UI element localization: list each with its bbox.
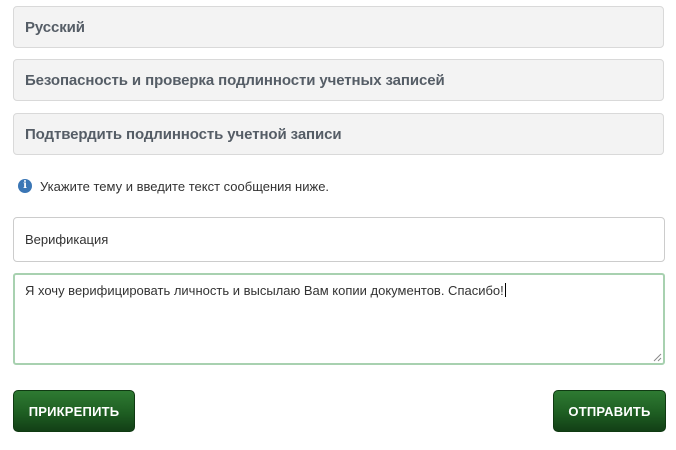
support-form: Русский Безопасность и проверка подлинно…: [0, 0, 676, 450]
send-button[interactable]: ОТПРАВИТЬ: [553, 390, 666, 432]
info-icon: i: [18, 178, 32, 193]
info-hint: i Укажите тему и введите текст сообщения…: [18, 178, 330, 194]
attach-button[interactable]: ПРИКРЕПИТЬ: [13, 390, 135, 432]
subject-input-value: Верификация: [25, 232, 109, 247]
resize-grip-icon[interactable]: [653, 353, 662, 362]
message-textarea-value: Я хочу верифицировать личность и высылаю…: [25, 283, 504, 298]
topic-select[interactable]: Подтвердить подлинность учетной записи: [13, 113, 664, 155]
category-select[interactable]: Безопасность и проверка подлинности учет…: [13, 59, 664, 101]
subject-input[interactable]: Верификация: [13, 217, 665, 262]
language-select[interactable]: Русский: [13, 6, 664, 48]
category-select-value: Безопасность и проверка подлинности учет…: [25, 71, 445, 89]
text-caret: [504, 283, 506, 297]
language-select-value: Русский: [25, 18, 85, 36]
message-textarea[interactable]: Я хочу верифицировать личность и высылаю…: [13, 273, 665, 365]
attach-button-label: ПРИКРЕПИТЬ: [28, 403, 120, 419]
send-button-label: ОТПРАВИТЬ: [568, 403, 651, 419]
topic-select-value: Подтвердить подлинность учетной записи: [25, 125, 342, 143]
info-text: Укажите тему и введите текст сообщения н…: [40, 179, 330, 194]
